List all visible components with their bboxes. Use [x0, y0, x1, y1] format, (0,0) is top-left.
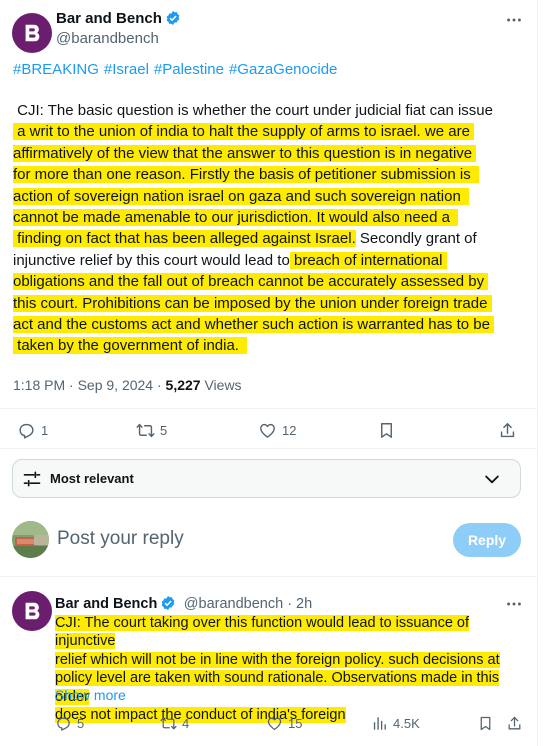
like-icon: [267, 717, 282, 730]
timeline-column: Bar and Bench @barandbench #BREAKING #Isr…: [0, 0, 538, 746]
views-label: Views: [200, 377, 242, 393]
reply-author-info: Bar and Bench @barandbench · 2h: [55, 595, 312, 613]
bar-and-bench-logo-icon: [25, 24, 40, 42]
divider: [0, 448, 538, 449]
author-name[interactable]: Bar and Bench: [56, 10, 162, 27]
like-button[interactable]: 12: [258, 421, 296, 440]
like-icon: [260, 423, 275, 438]
repost-button[interactable]: 5: [136, 421, 167, 440]
body-text-highlighted: taken by the government of india.: [13, 337, 248, 355]
author-handle[interactable]: @barandbench: [56, 30, 181, 47]
repost-icon: [136, 423, 155, 438]
body-text-highlighted: affirmatively of the view that the answe…: [13, 144, 477, 162]
divider: [0, 576, 538, 577]
repost-count: 4: [182, 716, 190, 731]
tweet-body-line: act and the customs act and whether such…: [13, 314, 523, 335]
share-button[interactable]: [506, 715, 523, 732]
like-button[interactable]: 15: [266, 715, 302, 732]
like-count: 15: [288, 716, 303, 731]
body-text-highlighted: action of sovereign nation israel on gaz…: [13, 187, 470, 205]
views-button[interactable]: 4.5K: [371, 715, 420, 732]
sort-replies-dropdown[interactable]: Most relevant: [12, 459, 521, 498]
bookmark-icon: [381, 423, 392, 438]
hashtag-link[interactable]: #Palestine: [154, 61, 224, 78]
bookmark-button[interactable]: [377, 421, 396, 440]
like-count: 12: [282, 423, 297, 438]
reply-body-line: relief which will not be in line with th…: [55, 651, 500, 668]
reply-icon: [19, 423, 34, 439]
body-text-highlighted: finding on fact that has been alleged ag…: [13, 230, 356, 248]
bookmark-button[interactable]: [477, 715, 494, 732]
reply-button[interactable]: 1: [17, 421, 48, 440]
reply-actions: 5 4 15 4.5K: [0, 715, 538, 739]
repost-count: 5: [160, 423, 168, 438]
tweet-body-line: action of sovereign nation israel on gaz…: [13, 186, 523, 207]
tweet-body-line: injunctive relief by this court would le…: [13, 250, 523, 271]
more-options-icon[interactable]: [504, 10, 524, 30]
reply-icon: [57, 717, 70, 731]
hashtag-link[interactable]: #Israel: [104, 61, 149, 78]
hashtag-link[interactable]: #BREAKING: [13, 61, 99, 78]
tweet-meta: 1:18 PM · Sep 9, 2024 · 5,227 Views: [13, 377, 242, 393]
reply-submit-button[interactable]: Reply: [453, 523, 521, 557]
body-text-highlighted: for more than one reason. Firstly the ba…: [13, 166, 480, 184]
divider: [0, 408, 538, 409]
verified-badge-icon: [162, 596, 175, 610]
share-icon: [500, 423, 515, 438]
author-avatar[interactable]: [12, 13, 52, 53]
tweet-body-line: obligations and the fall out of breach c…: [13, 271, 523, 292]
body-text-highlighted: obligations and the fall out of breach c…: [13, 273, 489, 291]
hashtag-link[interactable]: #GazaGenocide: [229, 61, 337, 78]
tweet-body-line: cannot be made amenable to our jurisdict…: [13, 207, 523, 228]
tweet-body-line: taken by the government of india.: [13, 335, 523, 356]
tweet-actions: 1 5 12: [0, 421, 538, 445]
body-text-highlighted: cannot be made amenable to our jurisdict…: [13, 209, 459, 227]
body-text-highlighted: this court. Prohibitions can be imposed …: [13, 294, 492, 312]
share-button[interactable]: [498, 421, 517, 440]
body-text-plain: CJI: The basic question is whether the c…: [13, 102, 493, 119]
reply-author-avatar[interactable]: [12, 591, 52, 631]
tweet-body-line: finding on fact that has been alleged ag…: [13, 228, 523, 249]
tweet-body: CJI: The basic question is whether the c…: [13, 100, 523, 357]
chevron-down-icon: [485, 475, 499, 484]
tweet-body-line: this court. Prohibitions can be imposed …: [13, 293, 523, 314]
reply-count: 1: [41, 423, 49, 438]
views-icon: [373, 717, 386, 730]
tweet-body-line: a writ to the union of india to halt the…: [13, 121, 523, 142]
body-text-highlighted: breach of international: [289, 251, 447, 269]
verified-badge-icon: [166, 11, 180, 25]
bar-and-bench-logo-icon: [25, 602, 40, 620]
tweet-body-line: affirmatively of the view that the answe…: [13, 143, 523, 164]
reply-body-line: CJI: The court taking over this function…: [55, 615, 470, 650]
tweet-body-line: CJI: The basic question is whether the c…: [13, 100, 523, 121]
views-count: 4.5K: [393, 716, 420, 731]
user-photo-icon: [12, 521, 49, 558]
body-text-highlighted: a writ to the union of india to halt the…: [13, 123, 475, 141]
reply-author-name[interactable]: Bar and Bench: [55, 596, 157, 612]
more-options-icon[interactable]: [504, 594, 524, 614]
reply-count: 5: [77, 716, 85, 731]
author-info: Bar and Bench @barandbench: [56, 10, 181, 47]
hashtag-list: #BREAKING #Israel #Palestine #GazaGenocide: [13, 61, 342, 78]
reply-button[interactable]: 5: [55, 715, 84, 732]
bookmark-icon: [480, 716, 491, 731]
show-more-link[interactable]: Show more: [55, 687, 126, 703]
views-count: 5,227: [165, 377, 201, 393]
user-avatar[interactable]: [12, 521, 49, 558]
sort-label: Most relevant: [50, 471, 134, 486]
repost-button[interactable]: 4: [160, 715, 189, 732]
repost-icon: [160, 717, 177, 730]
body-text-plain: injunctive relief by this court would le…: [13, 251, 290, 269]
body-text-plain: Secondly grant of: [355, 230, 477, 248]
tweet-body-line: for more than one reason. Firstly the ba…: [13, 164, 523, 185]
body-text-highlighted: act and the customs act and whether such…: [13, 316, 495, 334]
sliders-icon: [23, 471, 41, 486]
tweet-timestamp[interactable]: 1:18 PM · Sep 9, 2024 ·: [13, 377, 166, 393]
share-icon: [508, 716, 521, 730]
reply-author-handle[interactable]: @barandbench · 2h: [184, 596, 312, 612]
reply-input[interactable]: Post your reply: [57, 528, 184, 550]
reply-body: CJI: The court taking over this function…: [55, 614, 530, 724]
